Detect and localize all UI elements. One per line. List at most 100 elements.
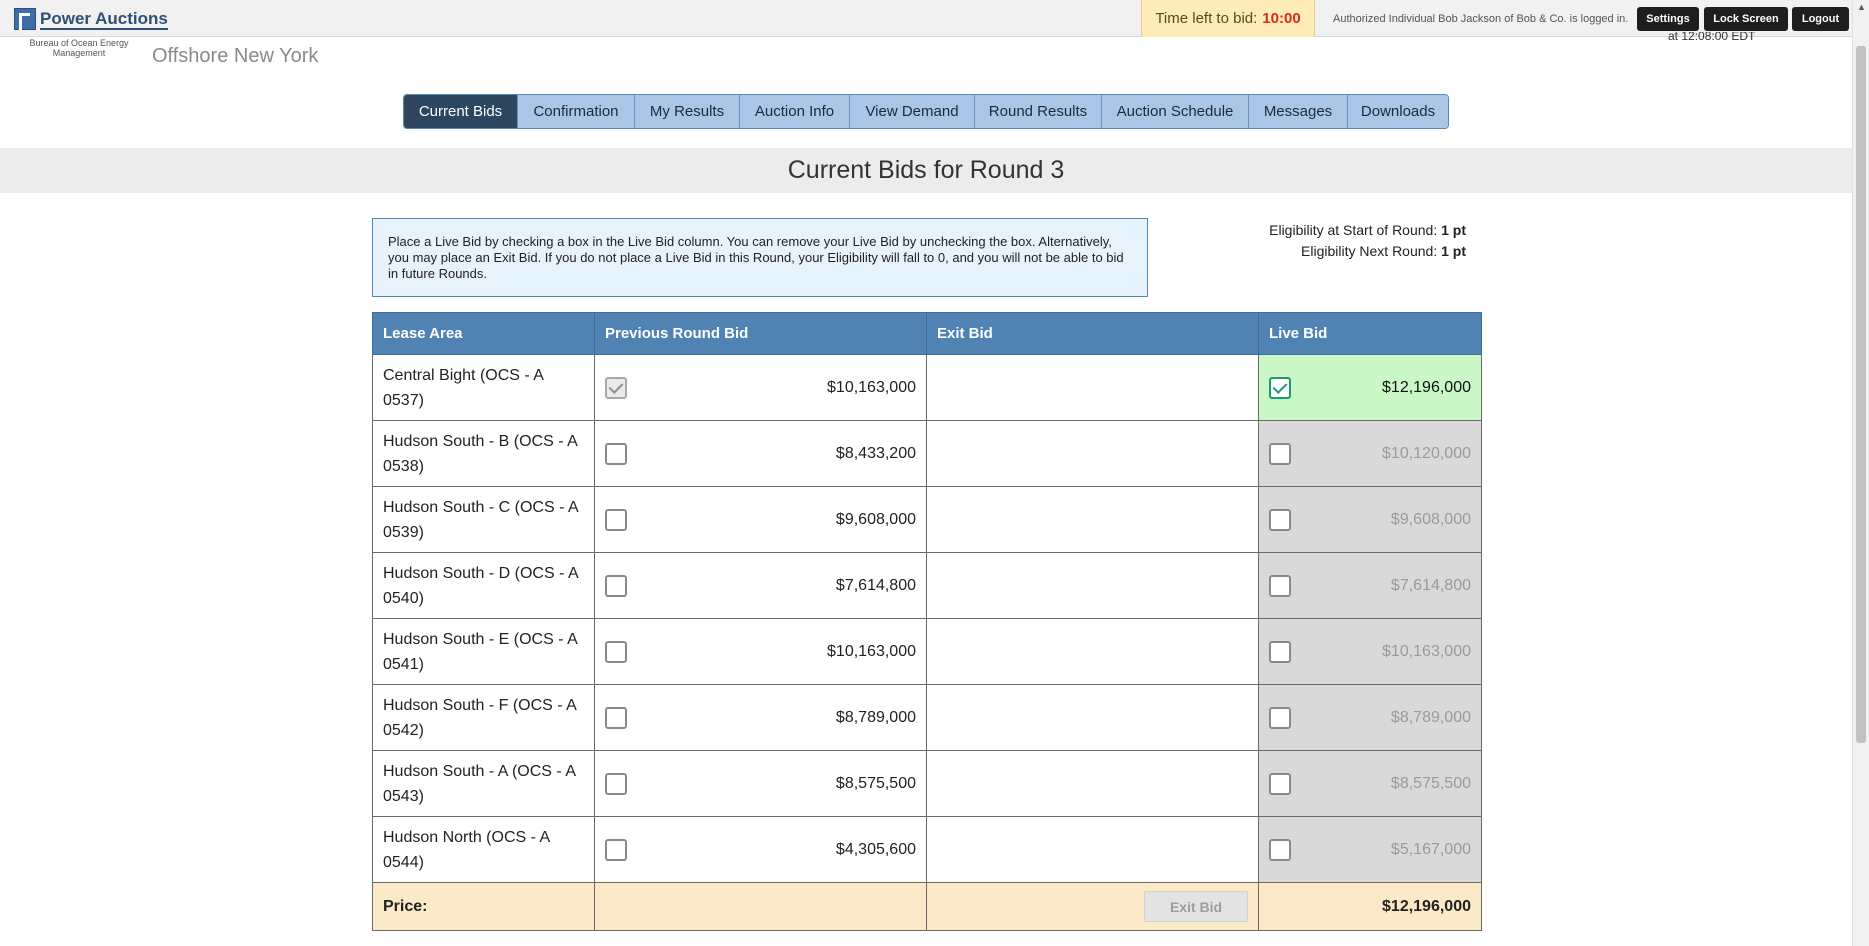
lease-area-cell: Hudson South - F (OCS - A 0542) [372, 684, 595, 751]
col-header-previous-round-bid: Previous Round Bid [594, 312, 927, 355]
live-bid-checkbox[interactable] [1269, 772, 1291, 795]
previous-bid-checkbox[interactable] [605, 508, 627, 531]
lease-area-cell: Hudson South - D (OCS - A 0540) [372, 552, 595, 619]
table-row: Hudson South - C (OCS - A 0539) $9,608,00… [372, 486, 1482, 553]
live-bid-amount: $10,163,000 [1382, 642, 1471, 660]
col-header-exit-bid: Exit Bid [926, 312, 1259, 355]
exit-bid-cell[interactable] [926, 486, 1259, 553]
live-bid-checkbox[interactable] [1269, 574, 1291, 597]
lease-area-cell: Hudson South - A (OCS - A 0543) [372, 750, 595, 817]
live-bid-checkbox[interactable] [1269, 706, 1291, 729]
price-row: Price: Exit Bid $12,196,000 [372, 882, 1482, 931]
exit-bid-button[interactable]: Exit Bid [1144, 891, 1248, 922]
power-auctions-logo[interactable]: Power Auctions [14, 8, 168, 30]
lease-area-cell: Hudson South - E (OCS - A 0541) [372, 618, 595, 685]
live-bid-cell: $8,575,500 [1258, 750, 1482, 817]
live-bid-checkbox[interactable] [1269, 508, 1291, 531]
exit-bid-cell[interactable] [926, 420, 1259, 487]
live-bid-checkbox[interactable] [1269, 442, 1291, 465]
table-row: Hudson South - B (OCS - A 0538) $8,433,20… [372, 420, 1482, 487]
tab-my-results[interactable]: My Results [634, 95, 739, 128]
col-header-lease-area: Lease Area [372, 312, 595, 355]
previous-bid-cell: $9,608,000 [594, 486, 927, 553]
previous-bid-cell: $8,433,200 [594, 420, 927, 487]
timer-value: 10:00 [1262, 10, 1301, 27]
bid-timer: Time left to bid: 10:00 [1141, 0, 1315, 37]
eligibility-start: Eligibility at Start of Round: 1 pt [1269, 220, 1466, 241]
tab-confirmation[interactable]: Confirmation [517, 95, 634, 128]
eligibility-summary: Eligibility at Start of Round: 1 pt Elig… [1269, 220, 1466, 262]
live-bid-checkbox[interactable] [1269, 640, 1291, 663]
site-title: Offshore New York [152, 45, 319, 67]
page-scrollbar[interactable]: ▲ [1852, 0, 1869, 946]
table-row: Hudson North (OCS - A 0544) $4,305,600 $5,… [372, 816, 1482, 883]
previous-bid-cell: $4,305,600 [594, 816, 927, 883]
previous-bid-amount: $8,789,000 [835, 708, 916, 726]
previous-bid-checkbox[interactable] [605, 838, 627, 861]
live-bid-cell: $12,196,000 [1258, 354, 1482, 421]
previous-bid-amount: $9,608,000 [835, 510, 916, 528]
exit-bid-cell[interactable] [926, 354, 1259, 421]
page-title: Current Bids for Round 3 [0, 148, 1852, 193]
bids-table: Lease Area Previous Round Bid Exit Bid L… [372, 312, 1482, 931]
exit-bid-cell[interactable] [926, 552, 1259, 619]
live-bid-amount: $7,614,800 [1390, 576, 1471, 594]
table-header-row: Lease Area Previous Round Bid Exit Bid L… [372, 312, 1482, 355]
live-bid-checkbox[interactable] [1269, 376, 1291, 399]
price-prev-cell [594, 882, 927, 931]
previous-bid-cell: $10,163,000 [594, 354, 927, 421]
previous-bid-checkbox[interactable] [605, 640, 627, 663]
previous-bid-checkbox[interactable] [605, 772, 627, 795]
tab-round-results[interactable]: Round Results [974, 95, 1101, 128]
tab-auction-schedule[interactable]: Auction Schedule [1101, 95, 1248, 128]
table-row: Central Bight (OCS - A 0537) $10,163,000 $… [372, 354, 1482, 421]
eligibility-next: Eligibility Next Round: 1 pt [1269, 241, 1466, 262]
auth-status: Authorized Individual Bob Jackson of Bob… [1333, 12, 1629, 25]
previous-bid-amount: $10,163,000 [827, 642, 916, 660]
table-row: Hudson South - F (OCS - A 0542) $8,789,00… [372, 684, 1482, 751]
previous-bid-amount: $10,163,000 [827, 378, 916, 396]
live-bid-cell: $10,163,000 [1258, 618, 1482, 685]
price-exit-cell: Exit Bid [926, 882, 1259, 931]
live-bid-amount: $10,120,000 [1382, 444, 1471, 462]
previous-bid-checkbox[interactable] [605, 706, 627, 729]
live-bid-cell: $7,614,800 [1258, 552, 1482, 619]
timer-label: Time left to bid: [1155, 10, 1258, 27]
tab-auction-info[interactable]: Auction Info [739, 95, 849, 128]
table-row: Hudson South - D (OCS - A 0540) $7,614,80… [372, 552, 1482, 619]
exit-bid-cell[interactable] [926, 618, 1259, 685]
brand-name: Power Auctions [40, 8, 168, 30]
exit-bid-cell[interactable] [926, 816, 1259, 883]
price-label: Price: [372, 882, 595, 931]
live-bid-amount: $5,167,000 [1390, 840, 1471, 858]
eligibility-next-label: Eligibility Next Round: [1301, 243, 1438, 259]
live-bid-cell: $5,167,000 [1258, 816, 1482, 883]
timestamp: at 12:08:00 EDT [1668, 32, 1756, 43]
lease-area-cell: Hudson North (OCS - A 0544) [372, 816, 595, 883]
lease-area-cell: Hudson South - C (OCS - A 0539) [372, 486, 595, 553]
logout-button[interactable]: Logout [1792, 7, 1849, 31]
exit-bid-cell[interactable] [926, 750, 1259, 817]
agency-name: Bureau of Ocean Energy Management [29, 38, 129, 58]
previous-bid-checkbox[interactable] [605, 376, 627, 399]
previous-bid-checkbox[interactable] [605, 574, 627, 597]
previous-bid-cell: $8,789,000 [594, 684, 927, 751]
tab-messages[interactable]: Messages [1248, 95, 1347, 128]
previous-bid-cell: $8,575,500 [594, 750, 927, 817]
settings-button[interactable]: Settings [1637, 7, 1699, 31]
instructions-box: Place a Live Bid by checking a box in th… [372, 218, 1148, 297]
tab-view-demand[interactable]: View Demand [849, 95, 974, 128]
logo-icon [14, 8, 36, 30]
exit-bid-cell[interactable] [926, 684, 1259, 751]
scroll-thumb[interactable] [1856, 46, 1866, 743]
tab-current-bids[interactable]: Current Bids [404, 95, 517, 128]
scroll-up-arrow-icon[interactable]: ▲ [1857, 2, 1866, 12]
previous-bid-cell: $10,163,000 [594, 618, 927, 685]
lease-area-cell: Central Bight (OCS - A 0537) [372, 354, 595, 421]
live-bid-checkbox[interactable] [1269, 838, 1291, 861]
top-bar: Power Auctions Time left to bid: 10:00 A… [0, 0, 1852, 37]
tab-downloads[interactable]: Downloads [1347, 95, 1448, 128]
live-bid-amount: $8,789,000 [1390, 708, 1471, 726]
previous-bid-checkbox[interactable] [605, 442, 627, 465]
lock-screen-button[interactable]: Lock Screen [1704, 7, 1788, 31]
